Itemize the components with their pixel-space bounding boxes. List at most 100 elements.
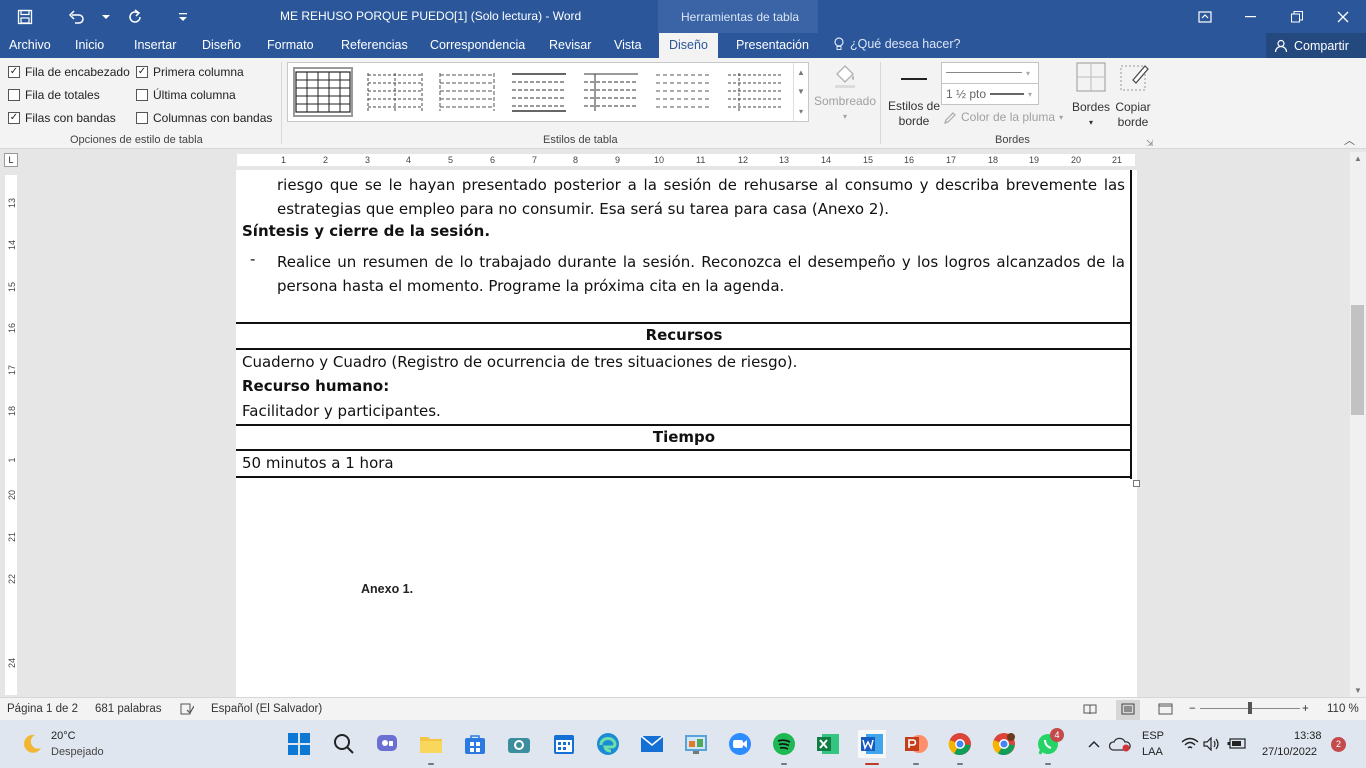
language-status[interactable]: Español (El Salvador) bbox=[211, 703, 322, 715]
spotify-icon[interactable] bbox=[770, 730, 798, 758]
tab-insertar[interactable]: Insertar bbox=[134, 33, 176, 58]
edge-icon[interactable] bbox=[594, 730, 622, 758]
checkbox-banded-rows[interactable]: ✓ Filas con bandas bbox=[8, 111, 116, 125]
table-cell-text[interactable]: Facilitador y participantes. bbox=[242, 402, 441, 420]
gallery-up-icon[interactable]: ▲ bbox=[797, 68, 805, 77]
clock-date[interactable]: 27/10/2022 bbox=[1262, 746, 1317, 758]
print-layout-icon[interactable] bbox=[1116, 700, 1140, 721]
customize-qat-icon[interactable] bbox=[168, 2, 198, 32]
table-style-4[interactable] bbox=[509, 67, 569, 117]
checkbox-box[interactable] bbox=[136, 112, 148, 124]
tab-revisar[interactable]: Revisar bbox=[549, 33, 591, 58]
line-weight-select[interactable]: 1 ½ pto ▾ bbox=[941, 83, 1039, 105]
weather-temperature[interactable]: 20°C bbox=[51, 730, 76, 742]
clock-time[interactable]: 13:38 bbox=[1294, 730, 1322, 742]
table-style-6[interactable] bbox=[653, 67, 713, 117]
camera-app-icon[interactable] bbox=[505, 730, 533, 758]
undo-icon[interactable] bbox=[62, 2, 92, 32]
checkbox-box[interactable]: ✓ bbox=[8, 66, 20, 78]
input-layout[interactable]: LAA bbox=[1142, 746, 1163, 758]
gallery-more-icon[interactable]: ▾ bbox=[799, 107, 803, 116]
zoom-level[interactable]: 110 % bbox=[1327, 703, 1359, 715]
checkbox-first-column[interactable]: ✓ Primera columna bbox=[136, 65, 244, 79]
tab-presentacion[interactable]: Presentación bbox=[736, 33, 809, 58]
table-header-recursos[interactable]: Recursos bbox=[236, 326, 1132, 344]
mail-icon[interactable] bbox=[638, 730, 666, 758]
zoom-in-icon[interactable]: + bbox=[1302, 703, 1309, 715]
scrollbar-thumb[interactable] bbox=[1351, 305, 1364, 415]
checkbox-header-row[interactable]: ✓ Fila de encabezado bbox=[8, 65, 130, 79]
show-hidden-icons-icon[interactable] bbox=[1084, 730, 1104, 758]
table-style-7[interactable] bbox=[725, 67, 785, 117]
read-mode-icon[interactable] bbox=[1083, 703, 1097, 718]
powerpoint-icon[interactable] bbox=[902, 730, 930, 758]
file-explorer-icon[interactable] bbox=[417, 730, 445, 758]
checkbox-banded-columns[interactable]: Columnas con bandas bbox=[136, 111, 272, 125]
borders-button[interactable]: Bordes ▾ bbox=[1070, 62, 1112, 130]
battery-icon[interactable] bbox=[1226, 730, 1248, 758]
checkbox-total-row[interactable]: Fila de totales bbox=[8, 88, 100, 102]
table-resize-handle[interactable] bbox=[1133, 480, 1140, 487]
proofing-icon[interactable] bbox=[180, 703, 195, 718]
tab-table-design[interactable]: Diseño bbox=[659, 33, 718, 58]
weather-moon-icon[interactable] bbox=[18, 730, 46, 758]
ribbon-display-options-icon[interactable] bbox=[1182, 0, 1228, 33]
border-painter-button[interactable]: Copiar borde bbox=[1113, 62, 1153, 130]
word-icon[interactable] bbox=[858, 730, 886, 758]
undo-dropdown-icon[interactable] bbox=[96, 2, 116, 32]
volume-icon[interactable] bbox=[1202, 730, 1222, 758]
search-icon[interactable] bbox=[330, 730, 358, 758]
zoom-app-icon[interactable] bbox=[726, 730, 754, 758]
chat-icon[interactable] bbox=[373, 730, 401, 758]
close-icon[interactable] bbox=[1320, 0, 1366, 33]
tab-inicio[interactable]: Inicio bbox=[75, 33, 104, 58]
tab-vista[interactable]: Vista bbox=[614, 33, 642, 58]
excel-icon[interactable] bbox=[814, 730, 842, 758]
vertical-scrollbar[interactable]: ▲ ▼ bbox=[1350, 152, 1366, 697]
share-button[interactable]: Compartir bbox=[1266, 33, 1366, 58]
paragraph-homework[interactable]: riesgo que se le hayan presentado poster… bbox=[277, 173, 1125, 221]
tab-archivo[interactable]: Archivo bbox=[9, 33, 51, 58]
tab-diseno[interactable]: Diseño bbox=[202, 33, 241, 58]
collapse-ribbon-icon[interactable]: ︿ bbox=[1344, 134, 1355, 149]
border-styles-button[interactable]: Estilos de borde bbox=[886, 72, 942, 129]
table-cell-label[interactable]: Recurso humano: bbox=[242, 377, 389, 395]
scroll-up-icon[interactable]: ▲ bbox=[1350, 154, 1366, 163]
chrome-profile-icon[interactable] bbox=[990, 730, 1018, 758]
line-style-select[interactable]: ▾ bbox=[941, 62, 1039, 84]
redo-icon[interactable] bbox=[120, 2, 150, 32]
shading-button[interactable]: Sombreado ▾ bbox=[812, 62, 878, 124]
gallery-scroll[interactable]: ▲ ▼ ▾ bbox=[793, 63, 808, 121]
chrome-icon[interactable] bbox=[946, 730, 974, 758]
minimize-icon[interactable] bbox=[1228, 0, 1274, 33]
checkbox-box[interactable]: ✓ bbox=[8, 112, 20, 124]
annex-title[interactable]: Anexo 1. bbox=[361, 582, 413, 596]
checkbox-box[interactable] bbox=[136, 89, 148, 101]
onedrive-icon[interactable] bbox=[1108, 730, 1132, 758]
page-count[interactable]: Página 1 de 2 bbox=[7, 703, 78, 715]
borders-dialog-launcher-icon[interactable]: ⇲ bbox=[1146, 136, 1154, 151]
restore-icon[interactable] bbox=[1274, 0, 1320, 33]
document-page[interactable]: riesgo que se le hayan presentado poster… bbox=[236, 170, 1140, 697]
scroll-down-icon[interactable]: ▼ bbox=[1350, 686, 1366, 695]
table-style-3[interactable] bbox=[437, 67, 497, 117]
table-style-2[interactable] bbox=[365, 67, 425, 117]
section-heading[interactable]: Síntesis y cierre de la sesión. bbox=[242, 222, 490, 240]
store-icon[interactable] bbox=[461, 730, 489, 758]
tab-selector[interactable]: L bbox=[4, 153, 18, 167]
table-cell-text[interactable]: Cuaderno y Cuadro (Registro de ocurrenci… bbox=[242, 353, 797, 371]
save-icon[interactable] bbox=[10, 2, 40, 32]
table-header-tiempo[interactable]: Tiempo bbox=[236, 428, 1132, 446]
wifi-icon[interactable] bbox=[1180, 730, 1200, 758]
vertical-ruler[interactable] bbox=[5, 175, 17, 695]
control-panel-icon[interactable] bbox=[682, 730, 710, 758]
word-count[interactable]: 681 palabras bbox=[95, 703, 162, 715]
tab-formato[interactable]: Formato bbox=[267, 33, 314, 58]
zoom-slider-thumb[interactable] bbox=[1248, 702, 1252, 714]
table-style-grid[interactable] bbox=[293, 67, 353, 117]
checkbox-box[interactable] bbox=[8, 89, 20, 101]
tab-referencias[interactable]: Referencias bbox=[341, 33, 408, 58]
web-layout-icon[interactable] bbox=[1158, 703, 1174, 718]
calendar-icon[interactable] bbox=[550, 730, 578, 758]
horizontal-ruler[interactable] bbox=[237, 154, 1135, 166]
